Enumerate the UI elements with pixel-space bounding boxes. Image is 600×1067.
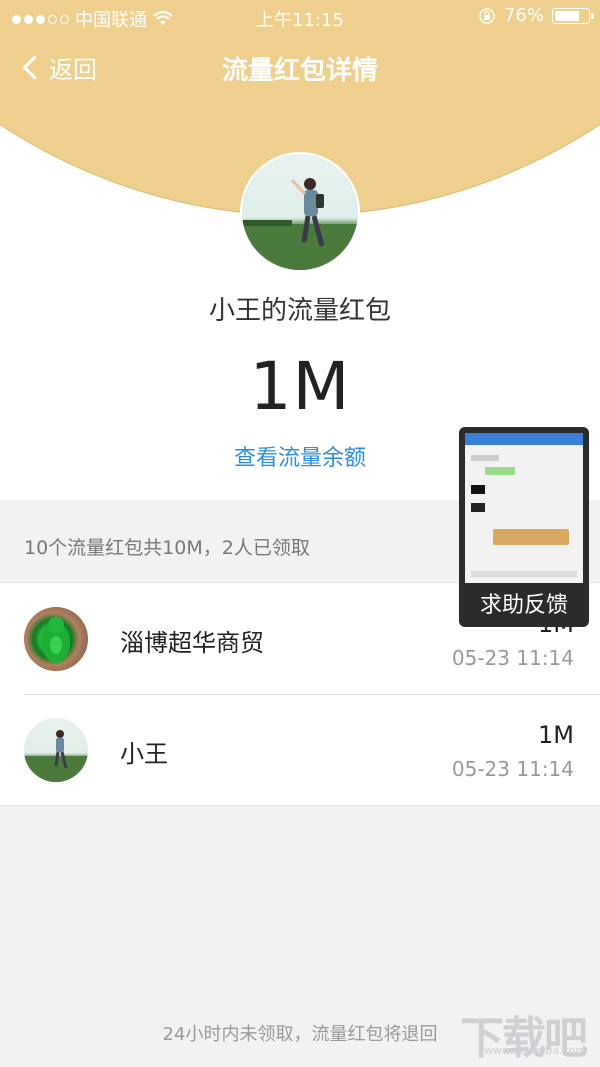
watermark-url: www.xiazaiba.com (483, 1044, 586, 1057)
recipient-time: 05-23 11:14 (451, 646, 574, 670)
chat-screenshot-thumbnail (465, 433, 583, 583)
watermark-logo: 下载吧 www.xiazaiba.com (460, 1002, 590, 1064)
total-amount: 1M (249, 348, 351, 425)
help-feedback-label: 求助反馈 (479, 593, 568, 618)
battery-percent: 76% (503, 5, 544, 26)
page-title: 流量红包详情 (221, 56, 378, 86)
recipient-name: 小王 (120, 740, 168, 768)
avatar (24, 718, 88, 782)
owner-title: 小王的流量红包 (208, 296, 391, 326)
avatar (24, 607, 88, 671)
claim-summary: 10个流量红包共10M，2人已领取 (24, 537, 310, 559)
header-area: 中国联通 上午11:15 76% 返回 流量红包详情 小王的流量红包 1M 查看… (0, 0, 600, 500)
owner-avatar (240, 152, 360, 272)
recipient-name: 淄博超华商贸 (120, 629, 264, 657)
status-right: 76% (478, 5, 594, 26)
battery-icon (552, 7, 594, 24)
status-bar: 中国联通 上午11:15 76% (0, 0, 600, 34)
help-feedback-button[interactable]: 求助反馈 (459, 427, 589, 627)
recipient-time: 05-23 11:14 (451, 757, 574, 781)
list-item[interactable]: 小王 1M 05-23 11:14 (0, 694, 600, 805)
recipient-amount: 1M (538, 721, 574, 749)
orientation-lock-icon (479, 7, 495, 24)
